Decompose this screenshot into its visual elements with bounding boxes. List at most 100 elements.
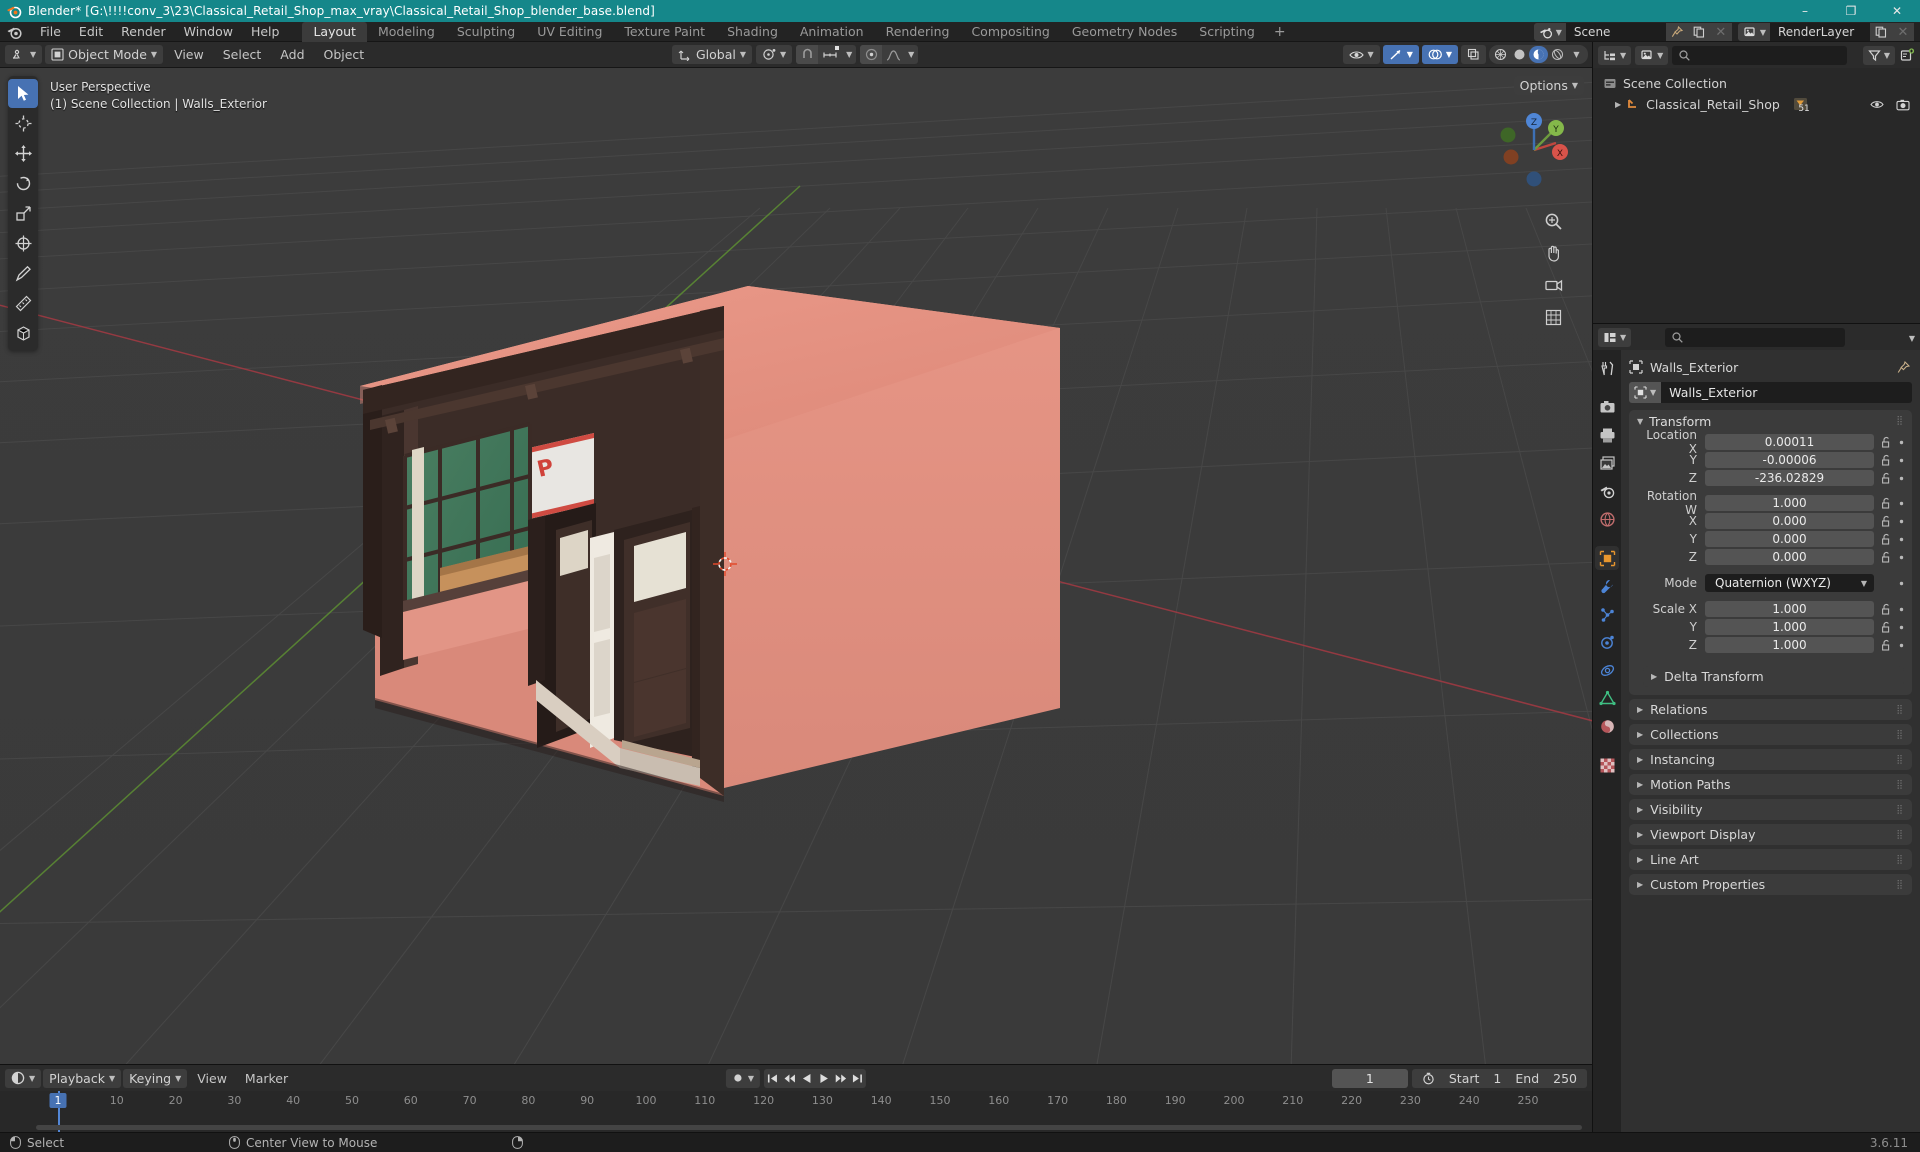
panel-drag-dots[interactable]: ⣿ — [1896, 880, 1904, 890]
location-z-lock[interactable] — [1874, 472, 1904, 484]
outliner-filter-button[interactable]: ▼ — [1862, 45, 1895, 65]
chevron-right-icon[interactable]: ▶ — [1637, 780, 1643, 789]
chevron-right-icon[interactable]: ▶ — [1651, 672, 1657, 681]
close-button[interactable]: ✕ — [1874, 0, 1920, 22]
collections-panel[interactable]: ▶ Collections ⣿ — [1629, 724, 1912, 745]
next-keyframe-icon[interactable] — [832, 1069, 849, 1088]
motion-paths-panel[interactable]: ▶ Motion Paths ⣿ — [1629, 774, 1912, 795]
overlays-toggle[interactable]: ▼ — [1421, 45, 1458, 64]
tab-modeling[interactable]: Modeling — [367, 22, 446, 42]
chevron-right-icon[interactable]: ▶ — [1637, 880, 1643, 889]
outliner-display-mode[interactable]: ▼ — [1635, 45, 1669, 65]
viewlayer-name[interactable]: RenderLayer — [1770, 23, 1870, 41]
tool-cursor-icon[interactable] — [8, 109, 38, 138]
tool-add-cube-icon[interactable] — [8, 319, 38, 348]
tab-object-icon[interactable] — [1595, 546, 1619, 570]
panel-drag-dots[interactable]: ⣿ — [1896, 805, 1904, 815]
chevron-down-icon[interactable]: ▼ — [1861, 579, 1867, 588]
timeline-scrollbar[interactable] — [36, 1125, 1582, 1130]
tab-layout[interactable]: Layout — [302, 21, 367, 42]
new-scene-icon[interactable] — [1687, 23, 1710, 41]
panel-drag-dots[interactable]: ⣿ — [1896, 780, 1904, 790]
transform-panel-header[interactable]: ▼ Transform ⣿ — [1629, 410, 1912, 432]
panel-drag-dots[interactable]: ⣿ — [1896, 855, 1904, 865]
tool-scale-icon[interactable] — [8, 199, 38, 228]
location-y-value[interactable]: -0.00006 — [1705, 452, 1874, 468]
instancing-panel[interactable]: ▶ Instancing ⣿ — [1629, 749, 1912, 770]
location-z-value[interactable]: -236.02829 — [1705, 470, 1874, 486]
panel-drag-dots[interactable]: ⣿ — [1896, 416, 1904, 426]
timeline-playback-menu[interactable]: Playback ▼ — [43, 1068, 122, 1088]
tool-move-icon[interactable] — [8, 139, 38, 168]
scale-x-lock[interactable] — [1874, 603, 1904, 615]
jump-end-icon[interactable] — [849, 1069, 866, 1088]
maximize-button[interactable]: ❐ — [1828, 0, 1874, 22]
scene-selector[interactable]: ▼ Scene ✕ — [1533, 23, 1732, 41]
current-frame-field[interactable]: 1 — [1331, 1068, 1408, 1088]
delta-transform-panel[interactable]: ▶ Delta Transform — [1643, 666, 1904, 687]
xray-toggle[interactable] — [1461, 45, 1486, 64]
chevron-down-icon[interactable]: ▼ — [1637, 417, 1643, 426]
timeline-editor-type[interactable]: ▼ — [5, 1068, 42, 1088]
visibility-toggle[interactable]: ▼ — [1342, 45, 1380, 64]
object-id-browse-icon[interactable]: ▼ — [1629, 382, 1662, 403]
shading-material-icon[interactable] — [1529, 46, 1548, 63]
panel-drag-dots[interactable]: ⣿ — [1896, 755, 1904, 765]
tab-texture-icon[interactable] — [1595, 753, 1619, 777]
prev-keyframe-icon[interactable] — [781, 1069, 798, 1088]
viewport-menu-view[interactable]: View — [166, 45, 212, 64]
tab-output-icon[interactable] — [1595, 423, 1619, 447]
pin-id-icon[interactable] — [1897, 360, 1910, 374]
rotation-z-lock[interactable] — [1874, 551, 1904, 563]
rotation-x-value[interactable]: 0.000 — [1705, 513, 1874, 529]
tab-particles-icon[interactable] — [1595, 602, 1619, 626]
viewlayer-browse-icon[interactable]: ▼ — [1737, 23, 1770, 41]
menu-window[interactable]: Window — [175, 22, 242, 42]
custom-properties-panel[interactable]: ▶ Custom Properties ⣿ — [1629, 874, 1912, 895]
shading-dropdown-icon[interactable]: ▼ — [1567, 46, 1586, 63]
remove-viewlayer-icon[interactable]: ✕ — [1892, 23, 1914, 41]
tab-scripting[interactable]: Scripting — [1188, 22, 1266, 42]
snap-pivot-selector[interactable]: ▼ — [756, 45, 793, 64]
scale-y-lock[interactable] — [1874, 621, 1904, 633]
chevron-right-icon[interactable]: ▶ — [1637, 830, 1643, 839]
blender-menu-icon[interactable] — [6, 24, 23, 40]
tool-annotate-icon[interactable] — [8, 259, 38, 288]
menu-file[interactable]: File — [31, 22, 70, 42]
tool-rotate-icon[interactable] — [8, 169, 38, 198]
editor-type-selector[interactable]: ▼ — [5, 45, 43, 64]
rotation-y-value[interactable]: 0.000 — [1705, 531, 1874, 547]
tab-geometry-nodes[interactable]: Geometry Nodes — [1061, 22, 1188, 42]
tab-material-icon[interactable] — [1595, 714, 1619, 738]
outliner-editor-type[interactable]: ▼ — [1598, 45, 1632, 65]
viewport-menu-add[interactable]: Add — [272, 45, 312, 64]
tool-transform-icon[interactable] — [8, 229, 38, 258]
ortho-perspective-icon[interactable] — [1540, 304, 1566, 330]
navigation-gizmo[interactable]: Z Y X — [1492, 108, 1576, 192]
properties-search-input[interactable] — [1688, 330, 1839, 344]
new-viewlayer-icon[interactable] — [1870, 23, 1892, 41]
minimize-button[interactable]: – — [1782, 0, 1828, 22]
play-reverse-icon[interactable] — [798, 1069, 815, 1088]
timeline-marker-menu[interactable]: Marker — [237, 1071, 296, 1086]
tool-tweak-icon[interactable] — [8, 79, 38, 108]
rotation-mode-value[interactable]: Quaternion (WXYZ) ▼ — [1705, 574, 1874, 592]
tab-constraints-icon[interactable] — [1595, 658, 1619, 682]
tab-view-layer-icon[interactable] — [1595, 451, 1619, 475]
viewlayer-selector[interactable]: ▼ RenderLayer ✕ — [1737, 23, 1914, 41]
tab-shading[interactable]: Shading — [716, 22, 789, 42]
scale-x-value[interactable]: 1.000 — [1705, 601, 1874, 617]
viewport-menu-select[interactable]: Select — [215, 45, 270, 64]
camera-view-icon[interactable] — [1540, 272, 1566, 298]
location-x-value[interactable]: 0.00011 — [1705, 434, 1874, 450]
object-mode-selector[interactable]: Object Mode ▼ — [45, 45, 164, 64]
snap-increment-icon[interactable] — [818, 45, 842, 64]
tab-compositing[interactable]: Compositing — [960, 22, 1060, 42]
tab-physics-icon[interactable] — [1595, 630, 1619, 654]
viewport-3d-canvas[interactable]: SHOP — [0, 68, 1592, 1064]
tab-uv-editing[interactable]: UV Editing — [526, 22, 613, 42]
transform-orientation-selector[interactable]: Global ▼ — [672, 45, 753, 64]
falloff-dropdown-icon[interactable]: ▼ — [904, 45, 918, 64]
end-frame-value[interactable]: 250 — [1553, 1071, 1577, 1086]
rotation-y-lock[interactable] — [1874, 533, 1904, 545]
